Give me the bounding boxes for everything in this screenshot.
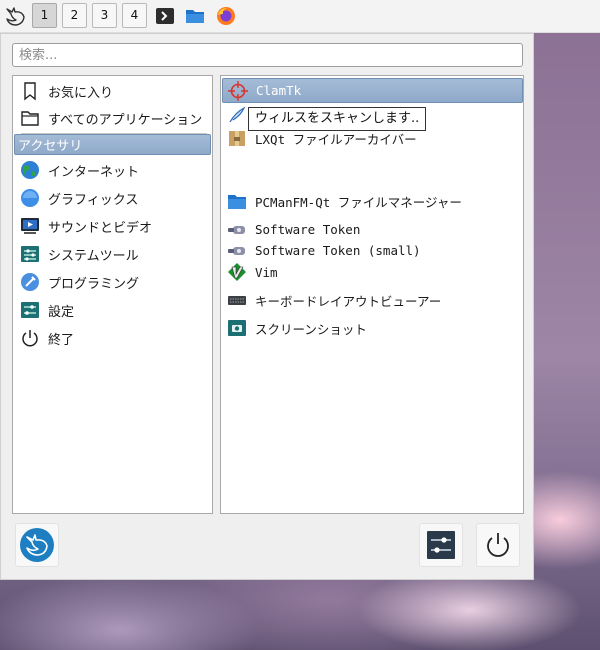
lxqt-logo-icon[interactable] — [2, 3, 28, 29]
screenshot-icon — [228, 320, 246, 336]
archive-icon — [229, 131, 245, 146]
category-programming[interactable]: プログラミング — [14, 269, 211, 295]
category-list[interactable]: お気に入り すべてのアプリケーション アクセサリ インターネット グラフィックス… — [12, 75, 213, 514]
app-software-token[interactable]: Software Token — [222, 219, 523, 240]
category-label: プログラミング — [48, 276, 140, 292]
programming-icon — [21, 273, 39, 291]
folder-icon — [228, 195, 246, 209]
app-label: PCManFM-Qt ファイルマネージャー — [255, 194, 462, 210]
power-icon — [22, 330, 38, 347]
app-keyboard-layout-viewer[interactable]: キーボードレイアウトビューアー — [222, 287, 523, 313]
category-all-applications[interactable]: すべてのアプリケーション — [14, 105, 211, 131]
globe-icon — [21, 161, 39, 179]
app-label: ClamTk — [256, 83, 302, 98]
power-button[interactable] — [476, 523, 520, 567]
graphics-icon — [21, 189, 39, 207]
category-label: 設定 — [48, 304, 75, 320]
category-favorites[interactable]: お気に入り — [14, 78, 211, 104]
category-internet[interactable]: インターネット — [14, 157, 211, 183]
category-label: お気に入り — [48, 85, 114, 101]
app-pcmanfm-qt[interactable]: PCManFM-Qt ファイルマネージャー — [222, 188, 523, 214]
app-label: LXQt ファイルアーカイバー — [255, 131, 417, 147]
top-panel: 1 2 3 4 — [0, 0, 600, 33]
search-input[interactable] — [12, 43, 523, 67]
app-label: Software Token — [255, 222, 361, 237]
settings-sliders-icon — [427, 531, 455, 559]
category-system-tools[interactable]: システムツール — [14, 241, 211, 267]
vim-icon — [228, 263, 246, 281]
category-label: すべてのアプリケーション — [48, 112, 203, 128]
workspace-4-button[interactable]: 4 — [122, 3, 147, 28]
category-leave[interactable]: 終了 — [14, 325, 211, 351]
workspace-3-button[interactable]: 3 — [92, 3, 117, 28]
app-vim[interactable]: Vim — [222, 261, 523, 283]
token-icon — [228, 225, 245, 234]
category-label: システムツール — [48, 248, 139, 264]
category-label: グラフィックス — [48, 192, 139, 208]
workspace-2-button[interactable]: 2 — [62, 3, 87, 28]
application-menu: お気に入り すべてのアプリケーション アクセサリ インターネット グラフィックス… — [0, 33, 534, 580]
category-label: サウンドとビデオ — [48, 220, 153, 236]
app-clamtk[interactable]: ClamTk — [222, 78, 523, 103]
app-label: スクリーンショット — [255, 321, 367, 337]
folder-icon — [21, 111, 39, 126]
app-label: Software Token (small) — [255, 243, 421, 258]
power-icon — [487, 533, 509, 557]
system-tools-icon — [21, 246, 39, 262]
category-accessories[interactable]: アクセサリ — [14, 134, 211, 155]
category-sound-video[interactable]: サウンドとビデオ — [14, 213, 211, 239]
settings-button[interactable] — [419, 523, 463, 567]
app-label: キーボードレイアウトビューアー — [255, 293, 442, 309]
folder-icon[interactable] — [185, 6, 205, 26]
app-screenshot[interactable]: スクリーンショット — [222, 315, 523, 341]
category-settings[interactable]: 設定 — [14, 297, 211, 323]
multimedia-icon — [21, 218, 39, 234]
category-label: 終了 — [48, 332, 75, 348]
app-label: Vim — [255, 264, 278, 280]
category-label: インターネット — [48, 164, 140, 180]
token-icon — [228, 246, 245, 255]
bookmark-icon — [24, 82, 36, 101]
firefox-icon[interactable] — [216, 6, 236, 26]
workspace-1-button[interactable]: 1 — [32, 3, 57, 28]
terminal-icon[interactable] — [155, 6, 175, 26]
settings-icon — [21, 302, 39, 318]
lxqt-logo-button[interactable] — [15, 523, 59, 567]
tooltip: ウィルスをスキャンします.. — [248, 107, 427, 131]
app-software-token-small[interactable]: Software Token (small) — [222, 240, 523, 261]
keyboard-icon — [228, 296, 246, 305]
clamtk-icon — [228, 80, 248, 101]
category-label: アクセサリ — [18, 139, 83, 154]
category-graphics[interactable]: グラフィックス — [14, 185, 211, 211]
application-list[interactable]: ClamTk LXQt ファイルアーカイバー PCManFM-Qt ファイルマネ… — [220, 75, 524, 514]
feather-icon — [229, 106, 246, 123]
lxqt-logo-icon — [20, 528, 54, 562]
